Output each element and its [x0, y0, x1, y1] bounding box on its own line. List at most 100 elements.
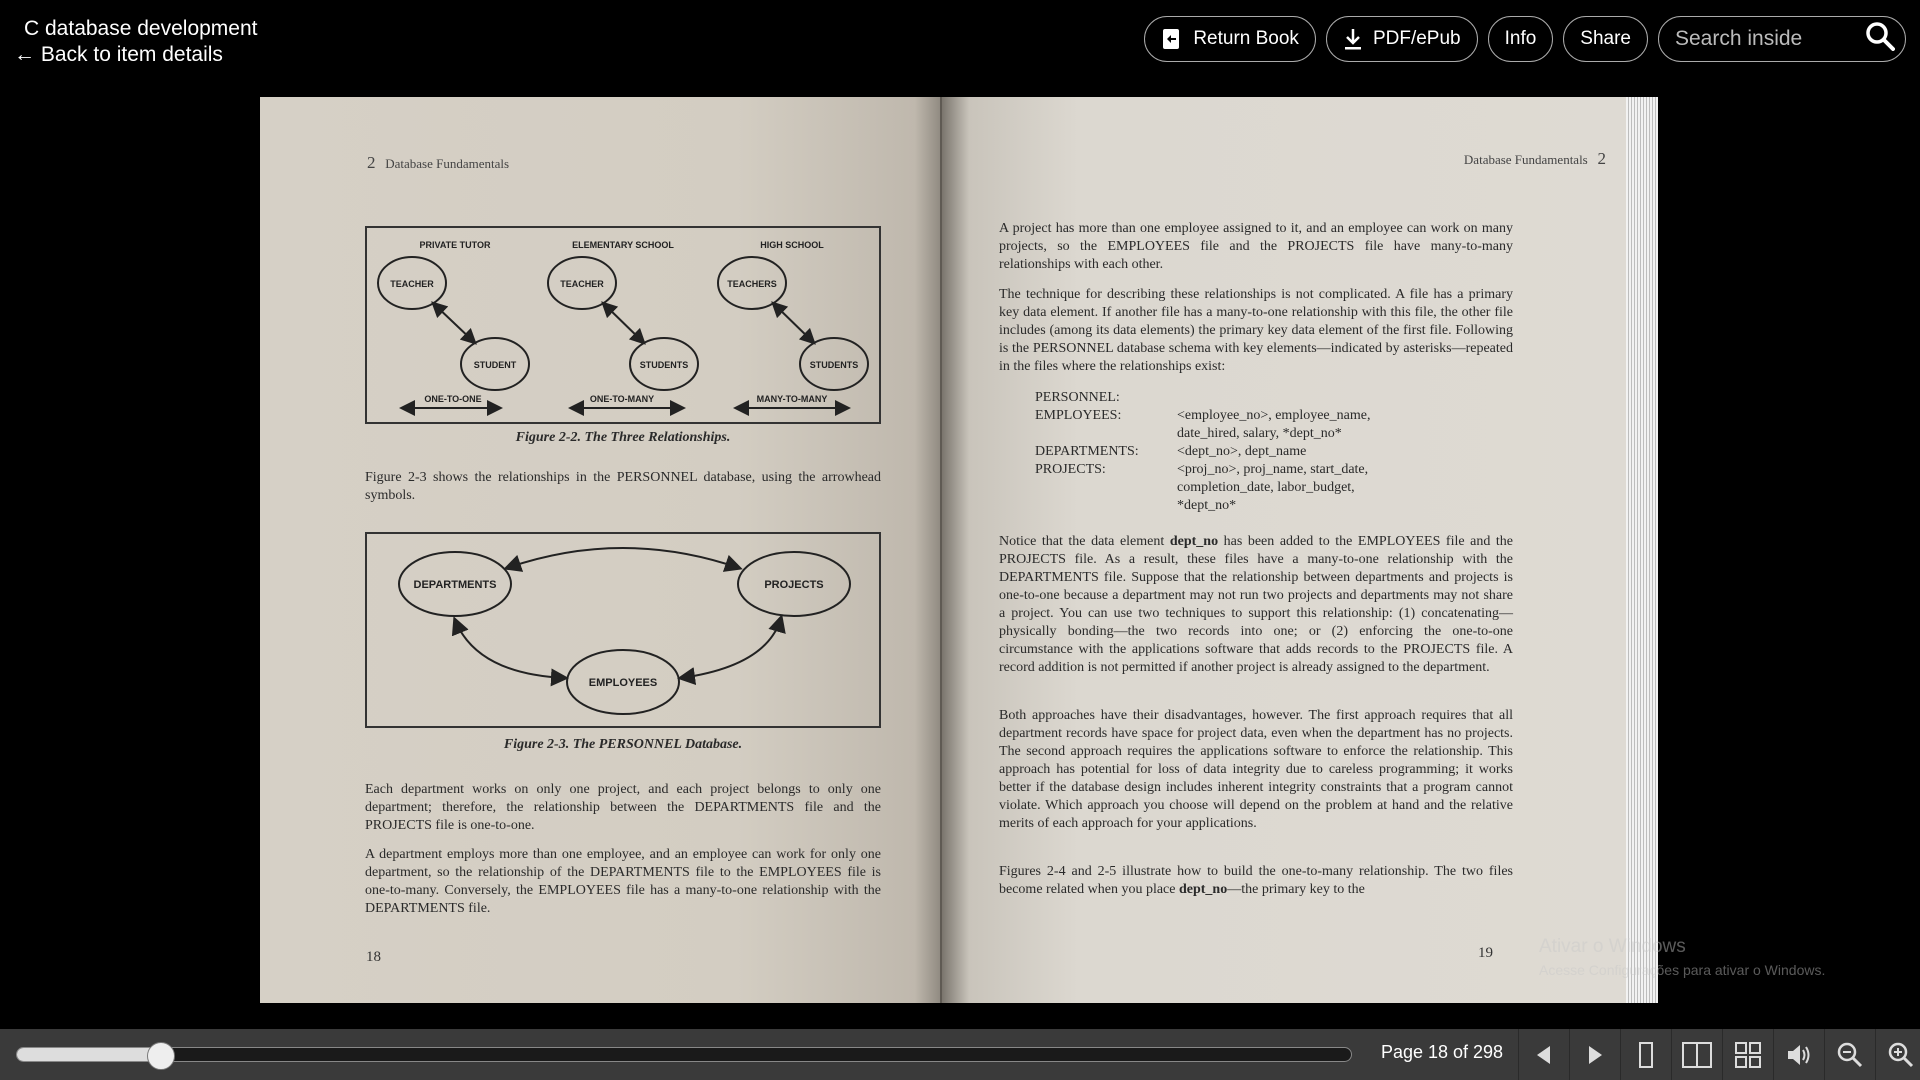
schema-key [1035, 497, 1177, 515]
schema-row: PERSONNEL: [1035, 389, 1417, 407]
speaker-icon [1788, 1044, 1810, 1065]
zoom-out-button[interactable] [1824, 1029, 1875, 1080]
windows-watermark-subtitle: Acesse Configurações para ativar o Windo… [1539, 962, 1826, 978]
search-inside-box [1658, 16, 1906, 62]
pdf-epub-label: PDF/ePub [1372, 28, 1461, 49]
figure-2-3-caption: Figure 2-3. The PERSONNEL Database. [503, 737, 743, 752]
figure-column-label: PRIVATE TUTOR [419, 240, 491, 250]
right-paragraph-2: The technique for describing these relat… [999, 287, 1513, 374]
left-paragraph-2: Each department works on only one projec… [365, 782, 881, 833]
students-node-label: STUDENTS [640, 360, 689, 370]
left-paragraph-3: A department employs more than one emplo… [365, 847, 881, 916]
zoom-out-icon [1837, 1042, 1863, 1067]
departments-node-label: DEPARTMENTS [414, 579, 497, 591]
employees-node-label: EMPLOYEES [589, 677, 657, 689]
schema-key: DEPARTMENTS: [1035, 444, 1139, 459]
zoom-in-icon [1888, 1042, 1914, 1067]
right-page: Database Fundamentals 2 A project has mo… [942, 97, 1626, 1003]
right-paragraph-3: Notice that the data element dept_no has… [999, 533, 1513, 677]
next-page-button[interactable] [1569, 1029, 1620, 1080]
left-running-head: 2 Database Fundamentals [367, 153, 509, 173]
schema-row: EMPLOYEES: <employee_no>, employee_name, [1035, 407, 1417, 425]
schema-row: PROJECTS: <proj_no>, proj_name, start_dat… [1035, 461, 1417, 479]
schema-value: <employee_no>, employee_name, [1177, 408, 1371, 423]
page-slider-handle[interactable] [147, 1042, 176, 1070]
share-button[interactable]: Share [1563, 16, 1648, 62]
relation-arrow [503, 547, 743, 572]
schema-row: completion_date, labor_budget, [1035, 479, 1417, 497]
para3-text-end: has been added to the EMPLOYEES file and… [999, 534, 1513, 675]
bottom-navigation-bar: Page 18 of 298 [0, 1029, 1920, 1080]
figure-column-label: ELEMENTARY SCHOOL [572, 240, 674, 250]
two-page-icon [1682, 1041, 1712, 1068]
students-node-label: STUDENTS [810, 360, 859, 370]
relation-arrow [601, 301, 646, 345]
triangle-left-icon [1537, 1045, 1550, 1064]
relation-arrow [771, 301, 816, 345]
para3-text-start: Notice that the data element [999, 534, 1170, 549]
grid-icon [1735, 1041, 1761, 1068]
previous-page-button[interactable] [1518, 1029, 1569, 1080]
teacher-node-label: TEACHER [390, 279, 434, 289]
figure-personnel-database: DEPARTMENTS PROJECTS EMPLOYEES [365, 532, 881, 728]
teacher-node-label: TEACHER [560, 279, 604, 289]
student-node-label: STUDENT [474, 360, 517, 370]
schema-value: <proj_no>, proj_name, start_date, [1177, 462, 1369, 477]
right-paragraph-4: Both approaches have their disadvantages… [999, 708, 1513, 831]
figure-column-label: HIGH SCHOOL [760, 240, 824, 250]
legend-label: ONE-TO-MANY [590, 394, 654, 404]
schema-value [1177, 389, 1417, 407]
left-page-number: 18 [366, 949, 381, 965]
page-slider-progress [17, 1048, 162, 1061]
search-inside-input[interactable] [1675, 27, 1855, 51]
figure-2-2-caption: Figure 2-2. The Three Relationships. [515, 430, 731, 445]
page-slider[interactable] [16, 1042, 1352, 1070]
thumbnail-view-button[interactable] [1722, 1029, 1773, 1080]
para5-text-end: —the primary key to the [1227, 882, 1365, 897]
legend-label: MANY-TO-MANY [757, 394, 828, 404]
schema-row: *dept_no* [1035, 497, 1417, 515]
figure-three-relationships: PRIVATE TUTOR ELEMENTARY SCHOOL HIGH SCH… [365, 226, 881, 424]
relation-arrow [451, 616, 569, 687]
dept-no-term: dept_no [1169, 534, 1219, 549]
schema-value: completion_date, labor_budget, [1177, 480, 1355, 495]
return-book-icon [1161, 28, 1183, 50]
schema-value: date_hired, salary, *dept_no* [1177, 426, 1342, 441]
right-page-number: 19 [1478, 945, 1493, 961]
personnel-schema: PERSONNEL: EMPLOYEES: <employee_no>, empl… [1035, 389, 1417, 515]
right-running-head: Database Fundamentals 2 [1464, 149, 1606, 169]
schema-row: date_hired, salary, *dept_no* [1035, 425, 1417, 443]
book-spread: 2 Database Fundamentals PRIVATE TUTOR EL… [260, 97, 1658, 1003]
reader-controls [1518, 1029, 1920, 1080]
info-button[interactable]: Info [1487, 16, 1554, 62]
windows-watermark-title: Ativar o Windows [1539, 936, 1686, 957]
back-to-item-details-link[interactable]: ← Back to item details [14, 42, 258, 68]
single-page-view-button[interactable] [1620, 1029, 1671, 1080]
read-aloud-button[interactable] [1773, 1029, 1824, 1080]
schema-value: *dept_no* [1177, 498, 1237, 513]
schema-key: EMPLOYEES: [1035, 408, 1122, 423]
pdf-epub-button[interactable]: PDF/ePub [1325, 16, 1478, 62]
right-paragraph-5: Figures 2-4 and 2-5 illustrate how to bu… [999, 863, 1513, 899]
two-page-view-button[interactable] [1671, 1029, 1722, 1080]
return-book-button[interactable]: Return Book [1144, 16, 1316, 62]
right-chapter-number: 2 [1597, 149, 1607, 168]
teachers-node-label: TEACHERS [727, 279, 777, 289]
schema-key: PERSONNEL: [1035, 390, 1120, 405]
schema-key: PROJECTS: [1035, 462, 1106, 477]
dept-no-term: dept_no [1178, 882, 1228, 897]
page-indicator: Page 18 of 298 [1380, 1042, 1504, 1062]
schema-key [1035, 425, 1177, 443]
share-label: Share [1580, 28, 1631, 49]
schema-value: <dept_no>, dept_name [1177, 444, 1307, 459]
info-label: Info [1504, 28, 1537, 49]
return-book-label: Return Book [1193, 28, 1299, 49]
search-icon[interactable] [1865, 21, 1895, 57]
zoom-in-button[interactable] [1875, 1029, 1920, 1080]
relation-arrow [431, 301, 477, 345]
right-paragraph-1: A project has more than one employee ass… [999, 221, 1513, 272]
schema-key [1035, 479, 1177, 497]
left-page: 2 Database Fundamentals PRIVATE TUTOR EL… [260, 97, 942, 1003]
right-running-head-text: Database Fundamentals [1463, 152, 1588, 167]
schema-row: DEPARTMENTS: <dept_no>, dept_name [1035, 443, 1417, 461]
